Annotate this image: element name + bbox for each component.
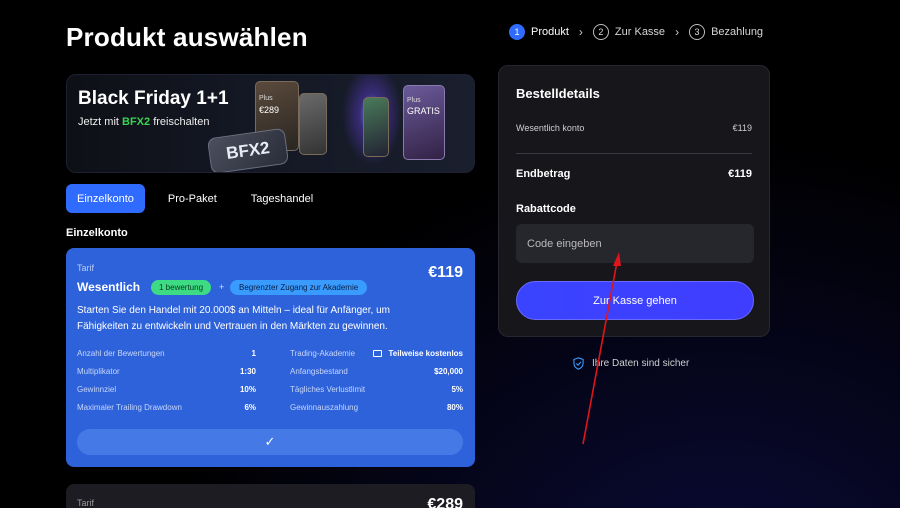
detail-value: 1:30 [239,366,256,376]
detail-key: Anzahl der Bewertungen [77,348,165,358]
tariff-price: €289 [427,496,463,508]
checkout-button[interactable]: Zur Kasse gehen [516,281,754,320]
details-row: Gewinnziel 10% Tägliches Verlustlimit 5% [77,380,463,398]
tariff-name: Wesentlich [77,280,141,294]
chevron-right-icon: › [675,25,680,39]
tariff-description: Starten Sie den Handel mit 20.000$ an Mi… [77,305,390,332]
promo-card-gratis: GRATIS [407,106,440,116]
banner-sub-suffix: freischalten [150,116,210,128]
order-title: Bestelldetails [516,86,600,101]
total-price: €119 [728,168,752,180]
details-row: Anzahl der Bewertungen 1 Trading-Akademie… [77,344,463,362]
detail-value: Teilweise kostenlos [388,348,463,358]
plus-sign: + [219,282,225,292]
section-title: Einzelkonto [66,227,128,239]
step-label: Zur Kasse [614,26,666,38]
coupon-input[interactable] [516,224,754,263]
evaluation-badge: 1 bewertung [151,280,212,295]
promo-card-plus-label: Plus [407,97,421,104]
step-label: Produkt [531,26,569,38]
promo-banner[interactable]: Black Friday 1+1 Jetzt mit BFX2 freischa… [66,74,475,173]
total-label: Endbetrag [516,168,571,180]
details-row: Multiplikator 1:30 Anfangsbestand $20,000 [77,362,463,380]
checkmark-icon: ✓ [264,434,276,449]
detail-key: Anfangsbestand [290,366,348,376]
lock-icon [373,349,383,357]
detail-value: 80% [446,402,463,412]
detail-value-academy: Teilweise kostenlos [373,349,463,358]
promo-card-image [363,97,389,157]
detail-value: 5% [451,384,463,394]
detail-value: 1 [251,348,256,358]
select-tariff-button[interactable]: ✓ [77,429,463,455]
chevron-right-icon: › [578,25,583,39]
tariff-details: Anzahl der Bewertungen 1 Trading-Akademie… [77,344,463,416]
step-number: 2 [592,24,609,40]
banner-title: Black Friday 1+1 [78,88,229,109]
step-payment[interactable]: 3 Bezahlung [689,24,763,40]
order-line-item: Wesentlich konto €119 [516,123,752,133]
detail-key: Trading-Akademie [290,348,356,358]
tariff-label: Tarif [77,498,95,508]
bfx-badge: BFX2 [206,127,290,172]
promo-card-price: €289 [259,105,280,115]
page-title: Produkt auswählen [66,22,308,52]
detail-key: Gewinnauszahlung [290,402,359,412]
order-summary-panel: Bestelldetails Wesentlich konto €119 End… [498,65,770,337]
step-label: Bezahlung [711,26,764,38]
secure-text: Ihre Daten sind sicher [592,358,690,369]
divider [516,153,752,154]
detail-key: Tägliches Verlustlimit [290,384,366,394]
tariff-label: Tarif [77,263,95,273]
tariff-price: €119 [428,264,463,281]
academy-badge: Begrenzter Zugang zur Akademie [230,280,368,295]
tab-tageshandel[interactable]: Tageshandel [240,184,324,213]
secure-notice: Ihre Daten sind sicher [573,357,689,370]
tariff-card-next[interactable]: Tarif €289 [66,484,475,508]
banner-subtitle: Jetzt mit BFX2 freischalten [78,116,209,128]
tab-einzelkonto[interactable]: Einzelkonto [66,184,145,213]
detail-key: Multiplikator [77,366,120,376]
tariff-card-wesentlich[interactable]: Tarif Wesentlich 1 bewertung + Begrenzte… [66,248,475,467]
product-tabs: Einzelkonto Pro-Paket Tageshandel [66,184,336,213]
step-number: 1 [509,24,525,40]
step-product[interactable]: 1 Produkt [509,24,569,40]
detail-key: Gewinnziel [77,384,117,394]
shield-check-icon [573,357,584,370]
detail-value: $20,000 [434,366,463,376]
tab-pro-paket[interactable]: Pro-Paket [157,184,228,213]
coupon-label: Rabattcode [516,203,576,215]
step-checkout[interactable]: 2 Zur Kasse [592,24,666,40]
detail-key: Maximaler Trailing Drawdown [77,402,182,412]
item-price: €119 [732,123,752,133]
banner-sub-prefix: Jetzt mit [78,116,123,128]
detail-value: 10% [239,384,256,394]
item-label: Wesentlich konto [516,123,585,133]
detail-value: 6% [244,402,256,412]
promo-code: BFX2 [122,116,151,128]
step-number: 3 [689,24,706,40]
order-total: Endbetrag €119 [516,168,752,180]
promo-card-plus-label: Plus [259,95,273,102]
promo-card-image [299,93,327,155]
checkout-stepper: 1 Produkt › 2 Zur Kasse › 3 Bezahlung [509,24,763,40]
details-row: Maximaler Trailing Drawdown 6% Gewinnausz… [77,398,463,416]
